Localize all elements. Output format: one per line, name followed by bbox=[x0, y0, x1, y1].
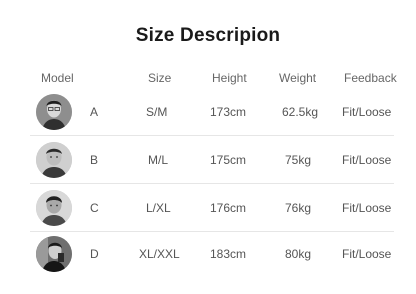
feedback-value: Fit/Loose bbox=[342, 247, 392, 261]
table-row: B M/L 175cm 75kg Fit/Loose bbox=[30, 136, 394, 184]
table-row: D XL/XXL 183cm 80kg Fit/Loose bbox=[30, 230, 394, 278]
size-value: S/M bbox=[146, 105, 168, 119]
feedback-value: Fit/Loose bbox=[342, 105, 392, 119]
header-model: Model bbox=[41, 71, 74, 85]
size-value: L/XL bbox=[146, 201, 171, 215]
avatar bbox=[36, 142, 72, 178]
model-label: B bbox=[90, 153, 99, 167]
model-label: A bbox=[90, 105, 99, 119]
size-value: M/L bbox=[148, 153, 169, 167]
model-label: D bbox=[90, 247, 99, 261]
page-title: Size Descripion bbox=[135, 25, 281, 46]
header-height: Height bbox=[212, 71, 247, 85]
weight-value: 80kg bbox=[285, 247, 312, 261]
model-label: C bbox=[90, 201, 99, 215]
avatar bbox=[36, 94, 72, 130]
header-size: Size bbox=[148, 71, 172, 85]
height-value: 183cm bbox=[210, 247, 247, 261]
size-value: XL/XXL bbox=[139, 247, 180, 261]
weight-value: 76kg bbox=[285, 201, 312, 215]
height-value: 176cm bbox=[210, 201, 247, 215]
header-weight: Weight bbox=[279, 71, 317, 85]
weight-value: 62.5kg bbox=[282, 105, 319, 119]
height-value: 173cm bbox=[210, 105, 247, 119]
feedback-value: Fit/Loose bbox=[342, 201, 392, 215]
height-value: 175cm bbox=[210, 153, 247, 167]
header-feedback: Feedback bbox=[344, 71, 397, 85]
table-row: A S/M 173cm 62.5kg Fit/Loose bbox=[30, 88, 394, 136]
weight-value: 75kg bbox=[285, 153, 312, 167]
feedback-value: Fit/Loose bbox=[342, 153, 392, 167]
avatar bbox=[36, 190, 72, 226]
avatar bbox=[36, 236, 72, 272]
table-row: C L/XL 176cm 76kg Fit/Loose bbox=[30, 184, 394, 232]
